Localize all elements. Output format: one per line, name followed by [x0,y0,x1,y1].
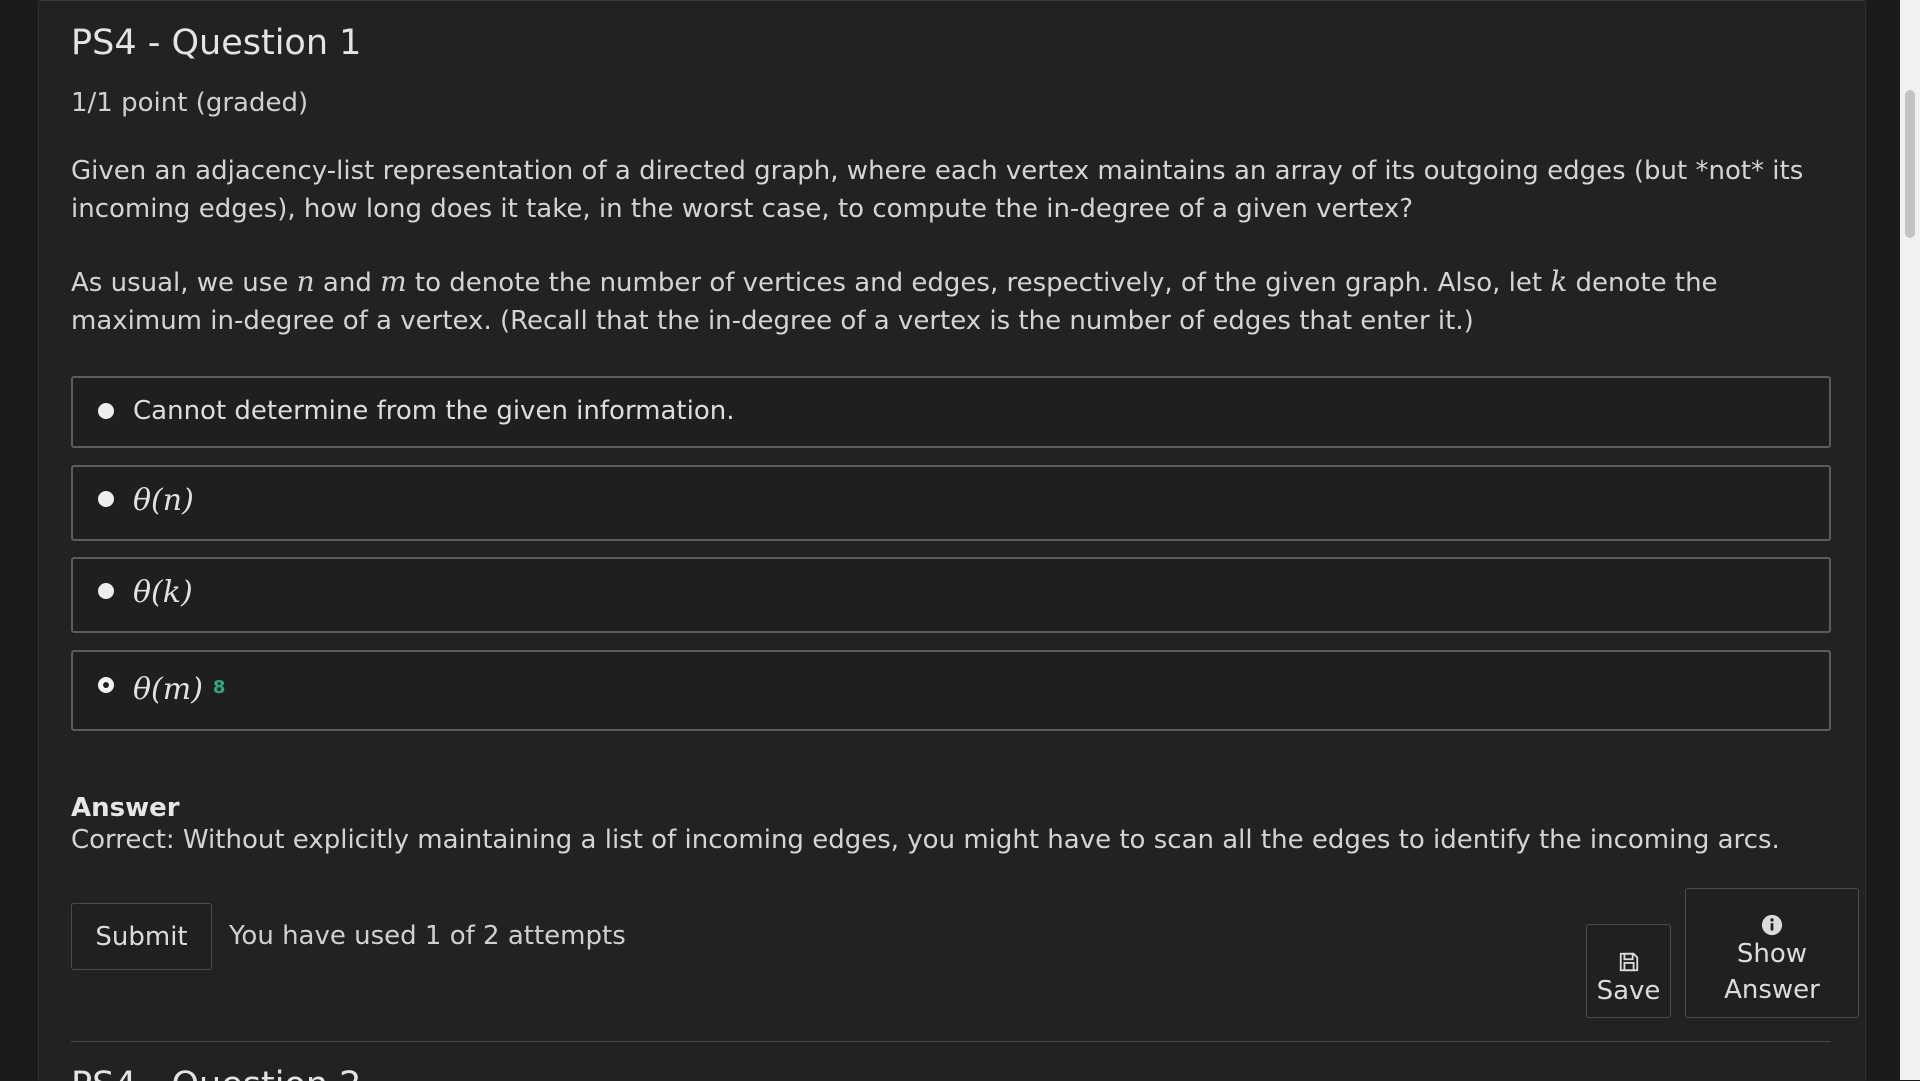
option-label: Cannot determine from the given informat… [133,396,735,426]
question-title: PS4 - Question 1 [71,23,362,63]
submit-button[interactable]: Submit [71,903,212,970]
answer-heading: Answer [71,793,180,823]
option-label-wrap: θ(m) 8 [133,672,225,707]
answer-option-theta-n[interactable]: θ(n) [71,465,1831,541]
question-points: 1/1 point (graded) [71,88,309,118]
show-answer-label-line2: Answer [1724,974,1820,1005]
info-circle-icon [1761,914,1783,935]
left-gutter [0,0,39,1080]
radio-button[interactable] [98,491,114,507]
radio-button[interactable] [98,403,114,419]
floppy-disk-icon [1619,952,1638,971]
answer-option-theta-m[interactable]: θ(m) 8 [71,650,1831,731]
section-divider [71,1041,1831,1042]
problem-panel: PS4 - Question 1 1/1 point (graded) Give… [39,0,1865,1081]
save-label: Save [1596,975,1661,1006]
show-answer-button[interactable]: Show Answer [1685,888,1859,1018]
var-n: n [296,265,315,298]
option-label: θ(n) [133,483,194,518]
next-question-title: PS4 - Question 2 [71,1065,361,1081]
var-k: k [1550,265,1568,298]
question-text: Given an adjacency-list representation o… [71,156,1804,224]
radio-button[interactable] [98,583,114,599]
correct-mark-icon: 8 [212,677,226,698]
var-m: m [380,265,407,298]
save-button[interactable]: Save [1586,924,1671,1018]
option-label: θ(m) [133,672,203,707]
answer-explanation: Correct: Without explicitly maintaining … [71,825,1780,855]
show-answer-label-line1: Show [1736,938,1808,969]
answer-option-theta-k[interactable]: θ(k) [71,557,1831,633]
scrollbar-thumb[interactable] [1905,90,1915,238]
radio-button-selected[interactable] [98,677,114,693]
answer-option-cannot-determine[interactable]: Cannot determine from the given informat… [71,376,1831,448]
right-gutter [1865,0,1900,1080]
option-label: θ(k) [133,575,193,610]
attempts-status: You have used 1 of 2 attempts [229,921,626,951]
question-notation-text: As usual, we use n and m to denote the n… [71,265,1718,336]
